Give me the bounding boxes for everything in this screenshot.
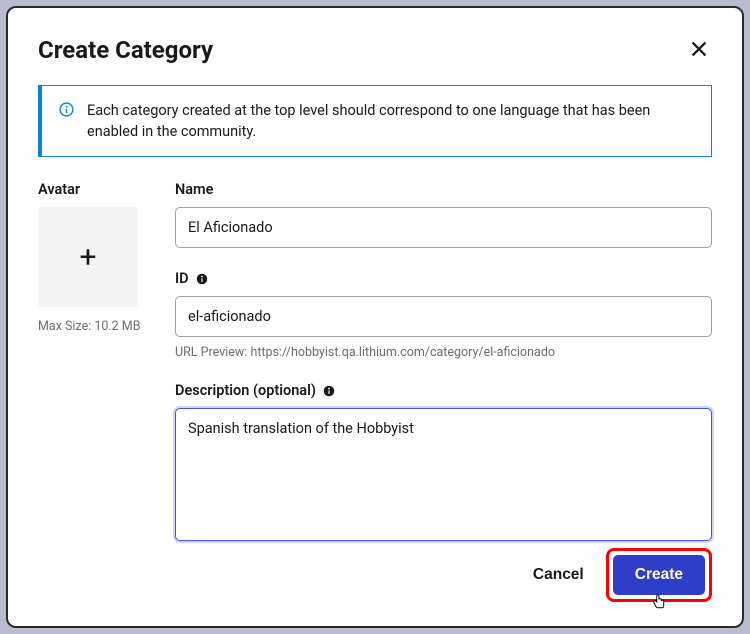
info-icon[interactable] (322, 384, 336, 398)
description-label-text: Description (optional) (175, 382, 316, 399)
form-body: Avatar + Max Size: 10.2 MB Name ID URL P… (38, 181, 712, 567)
description-input[interactable] (175, 408, 712, 541)
description-field-group: Description (optional) (175, 382, 712, 545)
description-label: Description (optional) (175, 382, 712, 399)
cancel-button[interactable]: Cancel (517, 554, 600, 596)
avatar-label: Avatar (38, 181, 153, 198)
avatar-caption: Max Size: 10.2 MB (38, 319, 153, 334)
id-field-group: ID URL Preview: https://hobbyist.qa.lith… (175, 270, 712, 360)
modal-header: Create Category (38, 36, 712, 65)
plus-icon: + (79, 240, 96, 275)
name-input[interactable] (175, 207, 712, 248)
info-banner: Each category created at the top level s… (38, 85, 712, 157)
cursor-pointer-icon (650, 593, 668, 611)
name-label: Name (175, 181, 712, 198)
info-icon[interactable] (195, 272, 209, 286)
fields-column: Name ID URL Preview: https://hobbyist.qa… (175, 181, 712, 567)
id-input[interactable] (175, 296, 712, 337)
create-category-modal: Create Category Each category created at… (6, 6, 744, 628)
close-icon (688, 38, 710, 60)
name-field-group: Name (175, 181, 712, 248)
modal-footer: Cancel Create (517, 548, 712, 602)
modal-title: Create Category (38, 36, 213, 64)
close-button[interactable] (686, 36, 712, 65)
avatar-upload[interactable]: + (38, 207, 138, 307)
create-button[interactable]: Create (613, 555, 705, 595)
create-button-highlight: Create (606, 548, 712, 602)
info-icon (58, 101, 75, 118)
info-text: Each category created at the top level s… (87, 100, 695, 142)
url-preview: URL Preview: https://hobbyist.qa.lithium… (175, 345, 712, 360)
id-label-text: ID (175, 270, 189, 287)
id-label: ID (175, 270, 712, 287)
avatar-column: Avatar + Max Size: 10.2 MB (38, 181, 153, 567)
